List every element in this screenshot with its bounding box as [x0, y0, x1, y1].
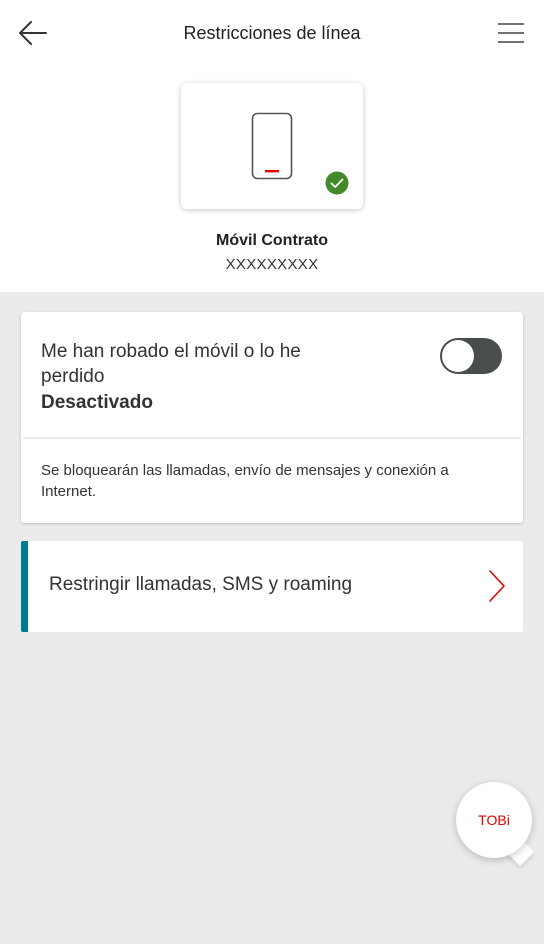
app-screen: Restricciones de línea Móvil Contrato XX… — [0, 0, 544, 944]
device-card — [181, 83, 363, 209]
page-title: Restricciones de línea — [183, 23, 361, 43]
card-divider — [23, 437, 521, 439]
lost-stolen-card: Me han robado el móvil o lo he perdido D… — [21, 312, 523, 523]
restrict-calls-label: Restringir llamadas, SMS y roaming — [49, 574, 353, 595]
device-number: XXXXXXXXX — [225, 256, 319, 273]
tobi-assistant-button[interactable]: TOBi — [456, 782, 535, 867]
hamburger-menu-icon — [498, 23, 524, 43]
lost-stolen-title: Me han robado el móvil o lo he perdido — [41, 341, 301, 387]
toggle-knob — [442, 340, 474, 372]
back-button[interactable] — [14, 14, 52, 52]
lost-stolen-description: Se bloquearán las llamadas, envío de men… — [41, 462, 449, 500]
device-name: Móvil Contrato — [216, 232, 328, 249]
check-circle-icon — [325, 171, 349, 195]
chat-bubble-icon: TOBi — [456, 782, 532, 858]
restrict-calls-link[interactable]: Restringir llamadas, SMS y roaming — [21, 541, 523, 632]
lost-stolen-status: Desactivado — [41, 392, 153, 413]
menu-button[interactable] — [492, 14, 530, 52]
mobile-phone-icon — [251, 112, 293, 180]
tobi-label: TOBi — [478, 812, 510, 828]
arrow-left-icon — [19, 21, 47, 45]
chevron-right-icon — [489, 570, 505, 602]
lost-stolen-toggle[interactable] — [440, 338, 502, 374]
header-section: Restricciones de línea Móvil Contrato XX… — [0, 0, 544, 292]
top-bar: Restricciones de línea — [0, 0, 544, 66]
